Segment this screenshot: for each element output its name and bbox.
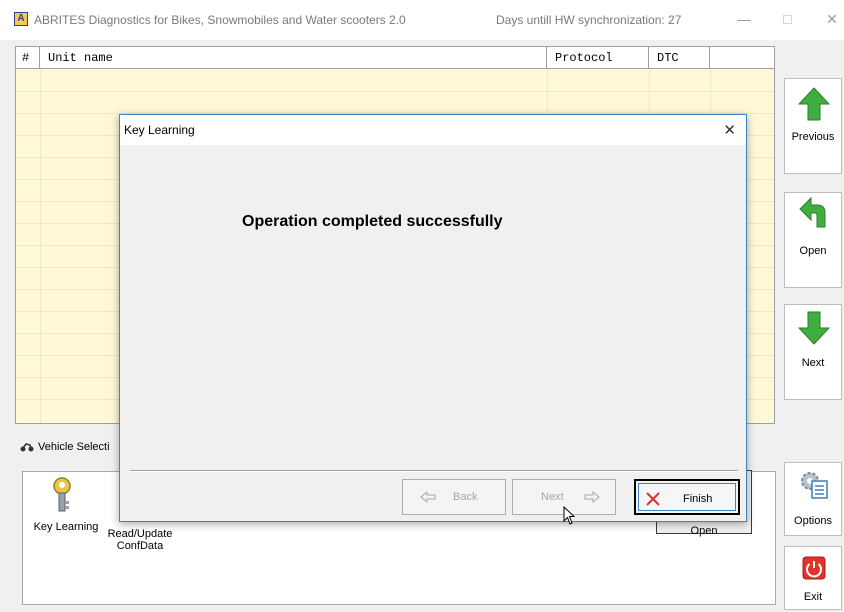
finish-label: Finish xyxy=(683,493,713,505)
next-arrow-icon xyxy=(584,491,600,503)
maximize-button[interactable] xyxy=(777,10,797,28)
grid-line xyxy=(40,69,41,423)
arrow-down-icon xyxy=(798,311,830,345)
vehicle-selection-label: Vehicle Selecti xyxy=(38,441,110,453)
key-learning-label: Key Learning xyxy=(33,521,99,533)
settings-checklist-icon xyxy=(801,472,828,499)
background-open-label: Open xyxy=(690,525,718,537)
close-window-button[interactable]: ✕ xyxy=(822,10,842,28)
column-header-dtc[interactable]: DTC xyxy=(649,47,710,69)
finish-button-focus: Finish xyxy=(638,483,736,511)
title-bar: A ABRITES Diagnostics for Bikes, Snowmob… xyxy=(0,0,844,40)
status-message: Operation completed successfully xyxy=(242,213,503,230)
back-label: Back xyxy=(453,491,478,503)
column-header-protocol[interactable]: Protocol xyxy=(547,47,649,69)
finish-button[interactable]: Finish xyxy=(634,479,740,515)
next-button[interactable]: Next xyxy=(784,304,842,400)
options-label: Options xyxy=(794,515,832,527)
open-button[interactable]: Open xyxy=(784,192,842,288)
key-icon xyxy=(53,477,71,512)
dialog-title-bar: Key Learning ✕ xyxy=(120,115,746,145)
confdata-label: ConfData xyxy=(116,540,164,552)
power-icon xyxy=(802,556,826,580)
next-label: Next xyxy=(801,357,825,369)
mouse-cursor-icon xyxy=(563,506,576,525)
options-button[interactable]: Options xyxy=(784,462,842,536)
maximize-icon xyxy=(782,15,792,24)
exit-button[interactable]: Exit xyxy=(784,546,842,610)
key-learning-dialog: Key Learning ✕ Operation completed succe… xyxy=(119,114,747,522)
dialog-separator xyxy=(130,470,738,472)
grid-line xyxy=(16,91,774,92)
column-header-number[interactable]: # xyxy=(16,47,40,69)
exit-label: Exit xyxy=(803,591,823,603)
key-learning-item[interactable]: Key Learning xyxy=(30,476,102,533)
minimize-button[interactable]: — xyxy=(734,10,754,28)
motorbike-icon xyxy=(20,443,34,452)
open-label: Open xyxy=(799,245,827,257)
previous-label: Previous xyxy=(791,131,835,143)
back-arrow-icon xyxy=(420,491,436,503)
arrow-up-icon xyxy=(798,87,830,121)
read-update-confdata-item[interactable]: Read/Update ConfData xyxy=(102,528,178,552)
previous-button[interactable]: Previous xyxy=(784,78,842,174)
app-logo: A xyxy=(14,12,28,26)
back-button[interactable]: Back xyxy=(402,479,506,515)
column-header-unit-name[interactable]: Unit name xyxy=(40,47,547,69)
dialog-title: Key Learning xyxy=(124,123,195,137)
vehicle-selection-tab[interactable]: Vehicle Selecti xyxy=(20,441,110,461)
dialog-close-button[interactable]: ✕ xyxy=(723,121,736,139)
finish-x-icon xyxy=(646,492,660,506)
turn-arrow-icon xyxy=(799,197,826,228)
sync-status: Days untill HW synchronization: 27 xyxy=(496,13,682,27)
window-title: ABRITES Diagnostics for Bikes, Snowmobil… xyxy=(34,13,406,27)
table-header: # Unit name Protocol DTC xyxy=(16,47,774,69)
read-update-label: Read/Update xyxy=(107,528,173,540)
next-wizard-label: Next xyxy=(541,491,564,503)
